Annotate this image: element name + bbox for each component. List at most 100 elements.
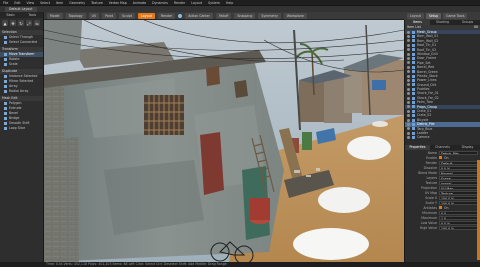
property-field[interactable]: 100.0 % — [439, 225, 478, 230]
tool-loop-slice[interactable]: Loop Slice — [0, 126, 43, 131]
mesh-icon — [412, 78, 415, 82]
symmetry-button[interactable]: Symmetry — [258, 12, 281, 19]
visibility-eye-icon[interactable] — [407, 61, 410, 65]
mode-model-button[interactable]: Model — [47, 12, 63, 19]
properties-tab-properties[interactable]: Properties — [405, 145, 430, 150]
property-label: Dissolve — [423, 165, 437, 170]
property-field[interactable]: (none) — [439, 180, 478, 185]
properties-tab-channels[interactable]: Channels — [430, 145, 455, 150]
3d-viewport[interactable] — [44, 20, 404, 262]
visibility-eye-icon[interactable] — [407, 114, 410, 118]
property-field[interactable]: Default — [439, 160, 478, 165]
layout-tab[interactable]: Default Layout — [5, 6, 37, 12]
visibility-eye-icon[interactable] — [407, 122, 410, 126]
visibility-eye-icon[interactable] — [407, 96, 410, 100]
menu-vertex-map[interactable]: Vertex Map — [109, 1, 127, 5]
visibility-eye-icon[interactable] — [407, 74, 410, 78]
property-field[interactable]: Normal — [439, 170, 478, 175]
select-icon[interactable]: ▲ — [2, 20, 8, 26]
mode-topology-button[interactable]: Topology — [65, 12, 86, 19]
mode-uv-button[interactable]: UV — [88, 12, 100, 19]
layout-setup-button[interactable]: Setup — [425, 13, 442, 19]
visibility-eye-icon[interactable] — [407, 70, 410, 74]
property-checkbox[interactable] — [439, 156, 442, 159]
visibility-eye-icon[interactable] — [407, 65, 410, 69]
visibility-eye-icon[interactable] — [407, 48, 410, 52]
mode-layout-button[interactable]: Layout — [138, 12, 155, 19]
property-field[interactable]: Texture — [439, 190, 478, 195]
snapping-button[interactable]: Snapping — [234, 12, 256, 19]
menu-file[interactable]: File — [3, 1, 8, 5]
property-projection: Projection UV Map — [405, 185, 480, 190]
visibility-eye-icon[interactable] — [407, 83, 410, 87]
visibility-eye-icon[interactable] — [407, 30, 410, 34]
layout-game-tools-button[interactable]: Game Tools — [443, 13, 468, 19]
visibility-eye-icon[interactable] — [407, 87, 410, 91]
menu-texture[interactable]: Texture — [91, 1, 103, 5]
tool-icon — [4, 89, 7, 93]
left-toolbox: Basic Tools ▲ ✥ ↻ ⤢ ⇋ Selection Select Thr… — [0, 12, 44, 262]
property-field[interactable]: Scene — [439, 175, 478, 180]
layout-layout-button[interactable]: Layout — [407, 13, 424, 19]
action-center-button[interactable]: Action Center — [185, 12, 213, 19]
menu-help[interactable]: Help — [226, 1, 233, 5]
property-label: Projection — [421, 185, 437, 190]
visibility-eye-icon[interactable] — [407, 127, 410, 131]
menu-select[interactable]: Select — [40, 1, 50, 5]
visibility-eye-icon[interactable] — [407, 100, 410, 104]
menu-animate[interactable]: Animate — [133, 1, 146, 5]
property-field[interactable]: UV Map — [439, 185, 478, 190]
visibility-eye-icon[interactable] — [407, 109, 410, 113]
menu-edit[interactable]: Edit — [14, 1, 20, 5]
property-checkbox[interactable] — [439, 206, 442, 209]
visibility-eye-icon[interactable] — [407, 39, 410, 43]
falloff-button[interactable]: Falloff — [215, 12, 232, 19]
property-field[interactable]: Debris_Pile — [439, 150, 478, 155]
visibility-eye-icon[interactable] — [407, 118, 410, 122]
property-field[interactable]: 1.0 — [439, 215, 478, 220]
properties-panel: Name Debris_Pile Enable On Render Default Diss… — [405, 150, 480, 230]
menu-layout[interactable]: Layout — [191, 1, 202, 5]
mesh-icon — [412, 48, 415, 52]
property-field[interactable]: 0.0 % — [439, 220, 478, 225]
visibility-eye-icon[interactable] — [407, 52, 410, 56]
properties-tab-display[interactable]: Display — [455, 145, 480, 150]
visibility-eye-icon[interactable] — [407, 57, 410, 61]
tool-scale[interactable]: Scale — [0, 62, 43, 67]
tool-radial-array[interactable]: Radial Array — [0, 89, 43, 94]
visibility-eye-icon[interactable] — [407, 105, 410, 109]
mode-render-button[interactable]: Render — [157, 12, 176, 19]
property-field[interactable]: 100.0 % — [439, 200, 478, 205]
item-row[interactable]: Camera — [405, 135, 480, 139]
property-field[interactable]: 0.0 — [439, 210, 478, 215]
visibility-eye-icon[interactable] — [407, 43, 410, 47]
visibility-eye-icon[interactable] — [407, 131, 410, 135]
menu-system[interactable]: System — [208, 1, 220, 5]
menu-item[interactable]: Item — [56, 1, 63, 5]
property-field[interactable]: 100.0 % — [439, 195, 478, 200]
move-icon[interactable]: ✥ — [10, 20, 16, 26]
menu-view[interactable]: View — [27, 1, 35, 5]
visibility-eye-icon[interactable] — [407, 136, 410, 140]
rotate-icon[interactable]: ↻ — [18, 20, 24, 26]
menu-render[interactable]: Render — [174, 1, 185, 5]
tool-icon — [4, 101, 7, 105]
visibility-eye-icon[interactable] — [407, 35, 410, 39]
mode-sculpt-button[interactable]: Sculpt — [119, 12, 136, 19]
menu-dynamics[interactable]: Dynamics — [152, 1, 168, 5]
toolbox-tab-basic[interactable]: Basic — [0, 12, 22, 18]
toolbox-tab-tools[interactable]: Tools — [22, 12, 44, 18]
visibility-eye-icon[interactable] — [407, 78, 410, 82]
property-field[interactable]: 0.0 % — [439, 165, 478, 170]
mirror-icon[interactable]: ⇋ — [34, 20, 40, 26]
workplane-button[interactable]: Workplane — [283, 12, 307, 19]
visibility-eye-icon[interactable] — [407, 92, 410, 96]
menu-geometry[interactable]: Geometry — [69, 1, 85, 5]
tool-icon — [4, 74, 7, 78]
scale-icon[interactable]: ⤢ — [26, 20, 32, 26]
mesh-icon — [412, 35, 415, 39]
tab-shading[interactable]: Shading — [430, 20, 455, 25]
render-preview-icon[interactable] — [178, 13, 183, 18]
tool-select-connected[interactable]: Select Connected — [0, 40, 43, 45]
mode-paint-button[interactable]: Paint — [102, 12, 117, 19]
